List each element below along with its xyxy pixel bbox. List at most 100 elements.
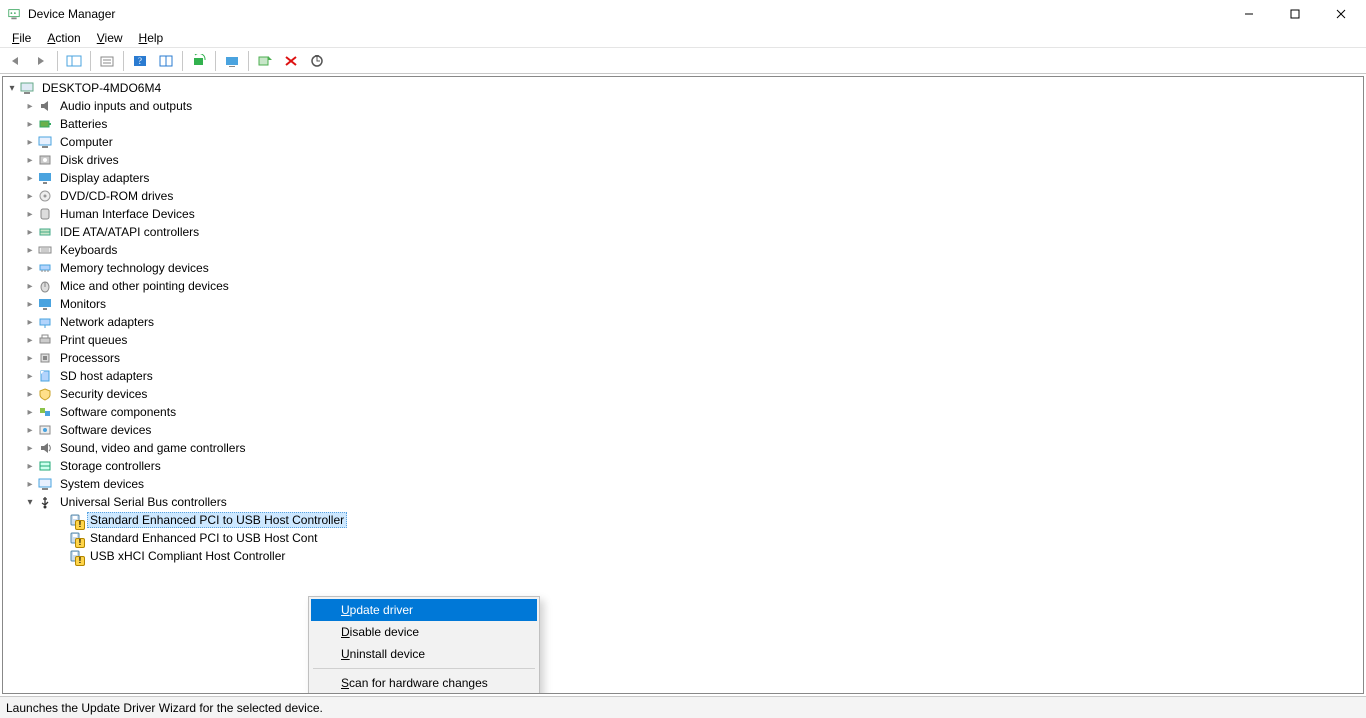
- expand-arrow[interactable]: [23, 407, 37, 418]
- context-item-update-driver[interactable]: Update driver: [311, 599, 537, 621]
- tree-category[interactable]: Print queues: [3, 331, 1363, 349]
- toolbar-separator: [248, 51, 249, 71]
- menu-file[interactable]: File: [4, 31, 39, 45]
- tree-category[interactable]: SD host adapters: [3, 367, 1363, 385]
- tree-category[interactable]: Computer: [3, 133, 1363, 151]
- mouse-icon: [37, 278, 53, 294]
- tree-category[interactable]: Sound, video and game controllers: [3, 439, 1363, 457]
- tree-category[interactable]: Monitors: [3, 295, 1363, 313]
- expand-arrow[interactable]: [23, 443, 37, 454]
- toolbar-separator: [90, 51, 91, 71]
- context-item-scan-hardware[interactable]: Scan for hardware changes: [311, 672, 537, 694]
- expand-arrow[interactable]: [23, 317, 37, 328]
- tree-category[interactable]: System devices: [3, 475, 1363, 493]
- context-item-disable-device[interactable]: Disable device: [311, 621, 537, 643]
- expand-arrow[interactable]: [23, 299, 37, 310]
- tree-category[interactable]: Keyboards: [3, 241, 1363, 259]
- tree-category-label: System devices: [57, 476, 147, 492]
- tree-category[interactable]: Software components: [3, 403, 1363, 421]
- tree-category[interactable]: IDE ATA/ATAPI controllers: [3, 223, 1363, 241]
- tree-category[interactable]: Software devices: [3, 421, 1363, 439]
- expand-arrow[interactable]: [23, 497, 37, 508]
- tree-category[interactable]: Storage controllers: [3, 457, 1363, 475]
- expand-arrow[interactable]: [23, 479, 37, 490]
- context-item-uninstall-device[interactable]: Uninstall device: [311, 643, 537, 665]
- network-icon: [37, 314, 53, 330]
- tree-category-label: Processors: [57, 350, 123, 366]
- scan-hardware-button[interactable]: [187, 50, 211, 72]
- tree-category[interactable]: Security devices: [3, 385, 1363, 403]
- svg-text:?: ?: [138, 56, 142, 66]
- update-driver-button[interactable]: [305, 50, 329, 72]
- expand-arrow[interactable]: [23, 119, 37, 130]
- expand-arrow[interactable]: [23, 155, 37, 166]
- tree-category-label: Universal Serial Bus controllers: [57, 494, 230, 510]
- tree-root[interactable]: DESKTOP-4MDO6M4: [3, 79, 1363, 97]
- expand-arrow[interactable]: [23, 389, 37, 400]
- expand-arrow[interactable]: [23, 173, 37, 184]
- expand-arrow[interactable]: [23, 461, 37, 472]
- tree-category-label: DVD/CD-ROM drives: [57, 188, 176, 204]
- toolbar-separator: [182, 51, 183, 71]
- audio-icon: [37, 98, 53, 114]
- uninstall-device-button[interactable]: [279, 50, 303, 72]
- expand-arrow[interactable]: [23, 335, 37, 346]
- tree-category[interactable]: DVD/CD-ROM drives: [3, 187, 1363, 205]
- tree-category-label: Memory technology devices: [57, 260, 212, 276]
- enable-device-button[interactable]: [253, 50, 277, 72]
- expand-arrow[interactable]: [23, 227, 37, 238]
- tree-category[interactable]: Network adapters: [3, 313, 1363, 331]
- export-list-button[interactable]: [95, 50, 119, 72]
- cpu-icon: [37, 350, 53, 366]
- expand-arrow[interactable]: [23, 281, 37, 292]
- usb-device-icon: [67, 530, 83, 546]
- expand-arrow[interactable]: [23, 209, 37, 220]
- device-tree[interactable]: DESKTOP-4MDO6M4 Audio inputs and outputs…: [2, 76, 1364, 694]
- expand-arrow[interactable]: [23, 371, 37, 382]
- disk-icon: [37, 152, 53, 168]
- toolbar-separator: [215, 51, 216, 71]
- tree-device[interactable]: Standard Enhanced PCI to USB Host Contro…: [3, 511, 1363, 529]
- expand-arrow[interactable]: [23, 353, 37, 364]
- tree-category[interactable]: Display adapters: [3, 169, 1363, 187]
- tree-category[interactable]: Disk drives: [3, 151, 1363, 169]
- system-icon: [37, 476, 53, 492]
- statusbar-text: Launches the Update Driver Wizard for th…: [6, 701, 323, 715]
- expand-arrow[interactable]: [23, 245, 37, 256]
- console-tree-button[interactable]: [62, 50, 86, 72]
- expand-arrow[interactable]: [23, 101, 37, 112]
- tree-category[interactable]: Memory technology devices: [3, 259, 1363, 277]
- back-button[interactable]: [3, 50, 27, 72]
- tree-category[interactable]: Human Interface Devices: [3, 205, 1363, 223]
- close-button[interactable]: [1318, 0, 1364, 28]
- expand-arrow[interactable]: [23, 137, 37, 148]
- minimize-button[interactable]: [1226, 0, 1272, 28]
- security-icon: [37, 386, 53, 402]
- expand-arrow[interactable]: [23, 425, 37, 436]
- menu-action[interactable]: Action: [39, 31, 88, 45]
- expand-arrow[interactable]: [5, 83, 19, 94]
- tree-category[interactable]: Mice and other pointing devices: [3, 277, 1363, 295]
- menu-help[interactable]: Help: [131, 31, 172, 45]
- window-title: Device Manager: [28, 7, 115, 21]
- tree-category-label: Security devices: [57, 386, 150, 402]
- tree-device[interactable]: USB xHCI Compliant Host Controller: [3, 547, 1363, 565]
- tree-category[interactable]: Audio inputs and outputs: [3, 97, 1363, 115]
- expand-arrow[interactable]: [23, 263, 37, 274]
- expand-arrow[interactable]: [23, 191, 37, 202]
- tree-category[interactable]: Processors: [3, 349, 1363, 367]
- tree-category-label: Disk drives: [57, 152, 122, 168]
- forward-button[interactable]: [29, 50, 53, 72]
- show-hidden-button[interactable]: [154, 50, 178, 72]
- tree-category-label: Sound, video and game controllers: [57, 440, 248, 456]
- menu-view[interactable]: View: [89, 31, 131, 45]
- tree-category[interactable]: Batteries: [3, 115, 1363, 133]
- optical-icon: [37, 188, 53, 204]
- tree-category-label: Network adapters: [57, 314, 157, 330]
- tree-category[interactable]: Universal Serial Bus controllers: [3, 493, 1363, 511]
- help-button[interactable]: ?: [128, 50, 152, 72]
- tree-device[interactable]: Standard Enhanced PCI to USB Host Cont: [3, 529, 1363, 547]
- tree-category-label: Monitors: [57, 296, 109, 312]
- maximize-button[interactable]: [1272, 0, 1318, 28]
- remote-computer-button[interactable]: [220, 50, 244, 72]
